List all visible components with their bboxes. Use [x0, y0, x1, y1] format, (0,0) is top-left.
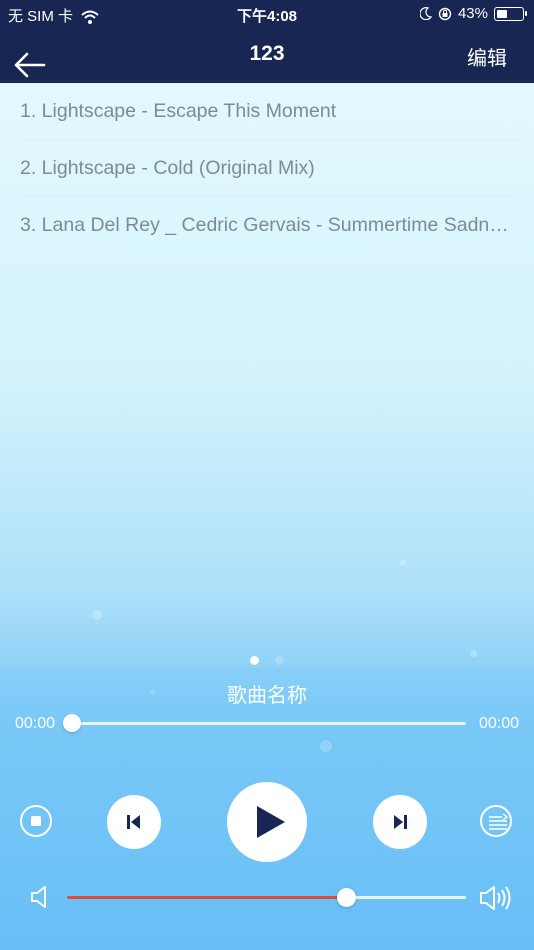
stop-icon: [31, 816, 41, 826]
battery-percent: 43%: [457, 5, 488, 22]
next-button[interactable]: [373, 795, 427, 849]
page-dot-1[interactable]: [249, 656, 259, 665]
edit-button[interactable]: 编辑: [467, 42, 507, 71]
song-item[interactable]: 1. Lightscape - Escape This Moment: [20, 83, 518, 140]
play-button[interactable]: [227, 782, 307, 862]
page-indicator: [0, 652, 534, 670]
orientation-lock-icon: [438, 7, 452, 20]
volume-low-icon: [31, 886, 46, 908]
volume-thumb[interactable]: [336, 888, 356, 907]
top-bar: 无 SIM 卡 下午4:08 43% 123 编辑: [0, 0, 534, 83]
progress-thumb[interactable]: [63, 714, 81, 732]
list-icon: [489, 813, 509, 830]
stop-button[interactable]: [20, 805, 52, 837]
progress-track[interactable]: [72, 722, 466, 725]
page-title: 123: [249, 42, 285, 65]
volume-high-icon: [480, 886, 511, 910]
play-icon: [257, 806, 285, 838]
status-right: 43%: [419, 5, 527, 22]
song-item[interactable]: 3. Lana Del Rey _ Cedric Gervais - Summe…: [20, 197, 518, 254]
skip-previous-icon: [127, 815, 140, 829]
elapsed-time: 00:00: [15, 715, 56, 732]
song-list: 1. Lightscape - Escape This Moment 2. Li…: [0, 83, 534, 254]
moon-icon: [419, 7, 432, 20]
skip-next-icon: [394, 815, 407, 829]
status-bar: 无 SIM 卡 下午4:08 43%: [0, 0, 534, 28]
nav-bar: 123 编辑: [0, 28, 534, 83]
playlist-mode-button[interactable]: [480, 805, 512, 837]
page-dot-2[interactable]: [275, 656, 285, 665]
battery-icon: [494, 6, 527, 21]
previous-button[interactable]: [107, 795, 161, 849]
total-time: 00:00: [478, 715, 519, 732]
song-name: 歌曲名称: [227, 685, 307, 707]
volume-track-filled[interactable]: [67, 896, 347, 899]
song-item[interactable]: 2. Lightscape - Cold (Original Mix): [20, 140, 518, 197]
volume-track[interactable]: [346, 896, 466, 899]
